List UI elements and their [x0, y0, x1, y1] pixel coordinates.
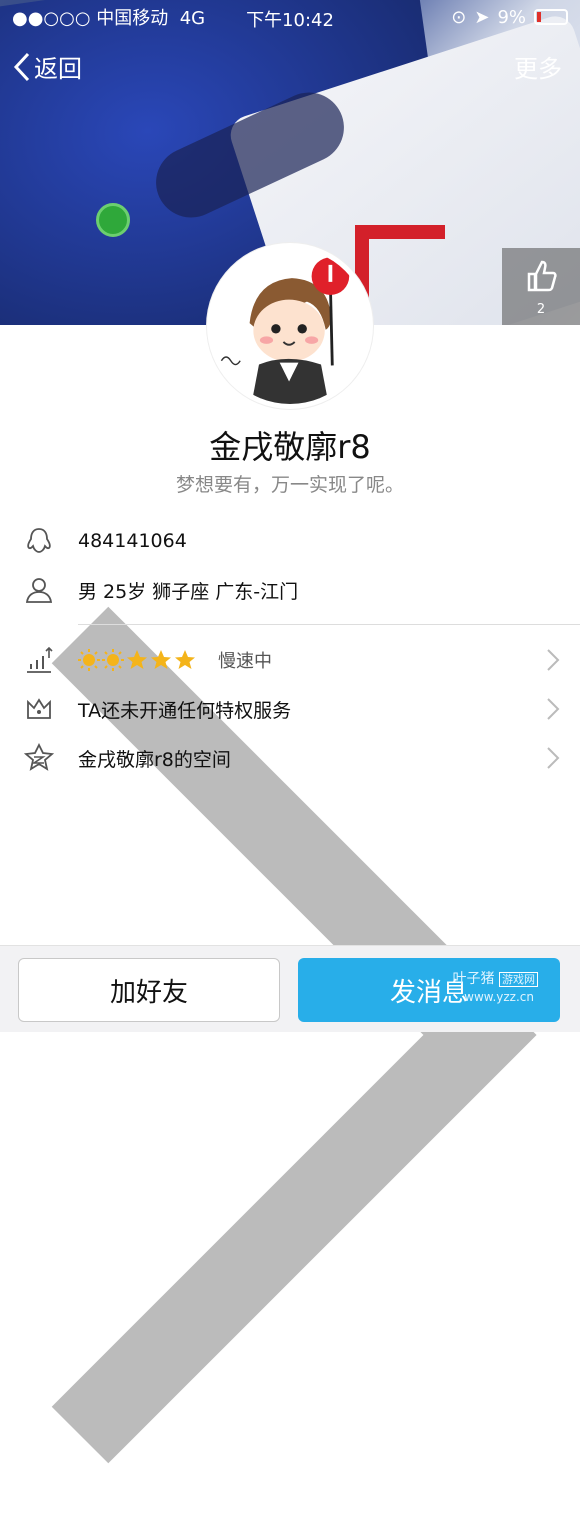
sun-icon: [78, 649, 100, 671]
chevron-right-icon: [547, 747, 560, 769]
qzone-star-icon: [24, 743, 54, 771]
privilege-row[interactable]: TA还未开通任何特权服务: [0, 685, 580, 733]
profile-signature: 梦想要有，万一实现了呢。: [175, 474, 404, 496]
watermark-brand: 叶子猪: [452, 971, 495, 987]
space-text: 金戌敬廓r8的空间: [78, 748, 231, 771]
thumbs-up-icon: [527, 260, 557, 292]
watermark: 叶子猪 游戏网: [453, 968, 538, 988]
privilege-text: TA还未开通任何特权服务: [78, 699, 292, 722]
watermark-url: www.yzz.cn: [464, 990, 534, 1004]
add-friend-button[interactable]: 加好友: [18, 958, 280, 1022]
like-count: 2: [536, 302, 546, 317]
chevron-right-icon: [547, 698, 560, 720]
penguin-icon: [27, 528, 51, 553]
back-label: 返回: [34, 55, 82, 83]
star-icon: [175, 650, 195, 669]
avatar[interactable]: [207, 243, 373, 409]
chevron-left-icon: [13, 52, 30, 81]
battery-icon: [534, 9, 568, 25]
level-stars: [78, 649, 196, 671]
divider: [78, 624, 580, 625]
profile-name: 金戌敬廓r8: [209, 428, 371, 466]
space-row[interactable]: 金戌敬廓r8的空间: [0, 734, 580, 782]
like-button[interactable]: 2: [502, 248, 580, 325]
status-bar: ●●○○○ 中国移动 4G 下午10:42 ⊙ ➤ 9%: [0, 0, 580, 34]
nav-bar: 返回 更多: [0, 45, 580, 91]
clock: 下午10:42: [246, 10, 334, 31]
sun-icon: [102, 649, 124, 671]
chevron-right-icon: [547, 649, 560, 671]
level-row[interactable]: 慢速中: [0, 636, 580, 684]
more-button[interactable]: 更多: [514, 49, 562, 84]
level-content: 慢速中: [78, 647, 272, 673]
star-icon: [127, 650, 147, 669]
star-icon: [151, 650, 171, 669]
qq-number: 484141064: [78, 530, 187, 552]
bottom-action-bar: 加好友 发消息: [0, 945, 580, 1032]
watermark-tag: 游戏网: [499, 972, 538, 987]
back-button[interactable]: 返回: [12, 49, 82, 84]
level-chart-icon: [27, 646, 53, 673]
crown-icon: [27, 698, 51, 719]
avatar-illustration: [212, 248, 368, 404]
level-speed: 慢速中: [218, 651, 272, 672]
